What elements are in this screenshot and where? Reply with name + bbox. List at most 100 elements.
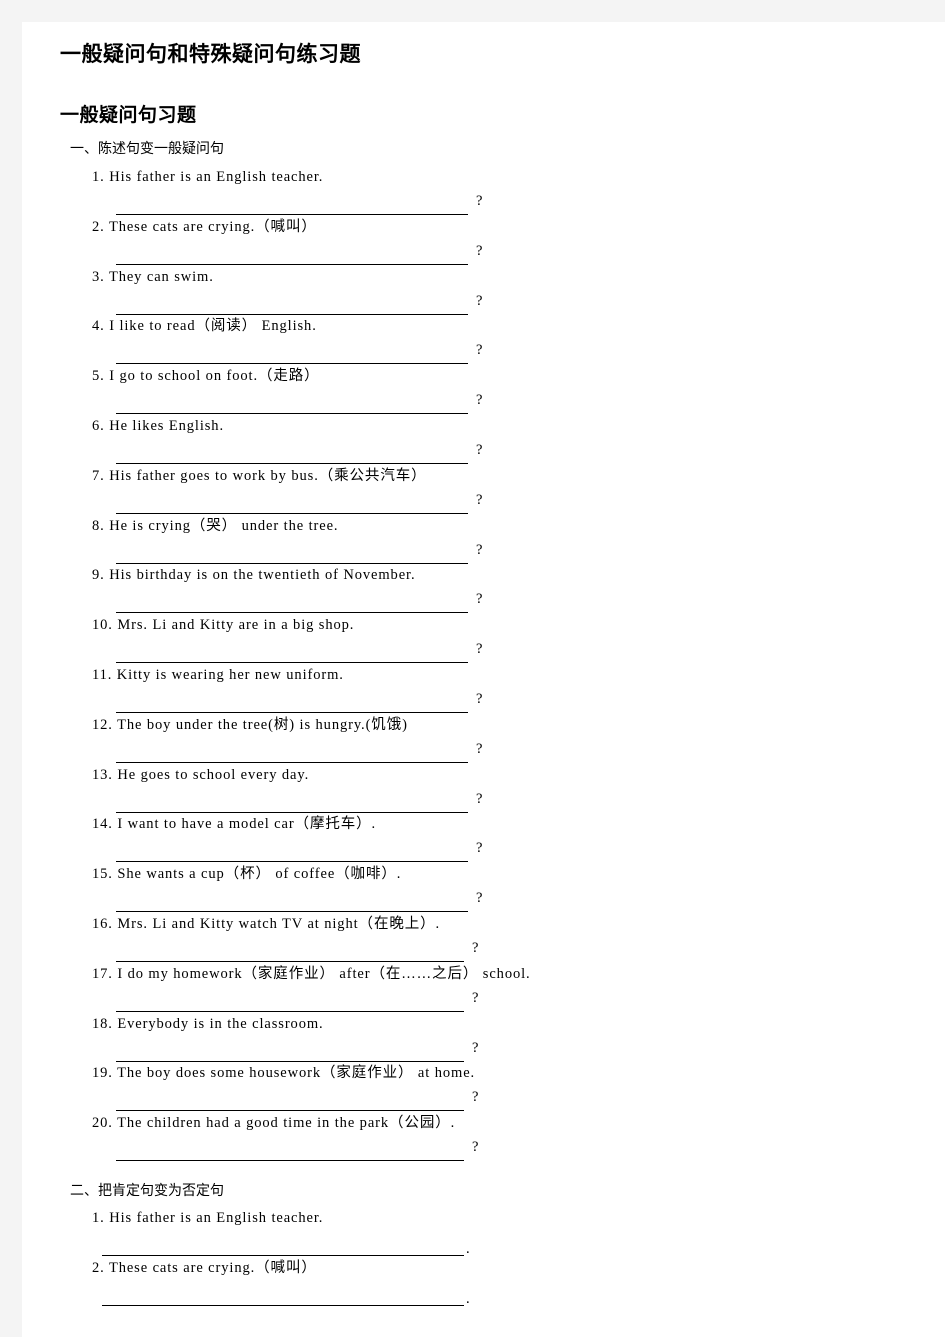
- answer-blank[interactable]: ?: [94, 1139, 492, 1162]
- answer-rule: [116, 712, 468, 713]
- exercise-sentence: 7. His father goes to work by bus.（乘公共汽车…: [92, 467, 427, 484]
- exercise-item: 11. Kitty is wearing her new uniform.?: [22, 665, 945, 715]
- exercise-item: 1. His father is an English teacher.?: [22, 167, 945, 217]
- exercise-sentence: 2. These cats are crying.（喊叫）: [92, 1260, 317, 1276]
- exercise-item: 19. The boy does some housework（家庭作业） at…: [22, 1063, 945, 1113]
- exercise-item: 14. I want to have a model car（摩托车）.?: [22, 814, 945, 864]
- answer-rule: [116, 1010, 464, 1012]
- answer-rule: [116, 263, 468, 265]
- answer-terminal-punctuation: ?: [476, 541, 483, 558]
- exercise-item: 8. He is crying（哭） under the tree.?: [22, 516, 945, 566]
- answer-rule: [116, 761, 468, 763]
- answer-rule: [116, 562, 468, 564]
- exercise-sentence: 5. I go to school on foot.（走路）: [92, 368, 320, 385]
- exercise-sentence: 16. Mrs. Li and Kitty watch TV at night（…: [92, 916, 441, 932]
- answer-terminal-punctuation: ?: [476, 392, 483, 409]
- exercise-item: 3. They can swim.?: [22, 267, 945, 317]
- document-page: 一般疑问句和特殊疑问句练习题 一般疑问句习题 一、陈述句变一般疑问句 1. His…: [22, 22, 945, 1337]
- answer-rule: [116, 1160, 464, 1162]
- exercise-item: 1. His father is an English teacher..: [22, 1208, 945, 1258]
- answer-blank[interactable]: ?: [94, 541, 496, 564]
- page-content: 一般疑问句和特殊疑问句练习题 一般疑问句习题 一、陈述句变一般疑问句 1. His…: [22, 22, 945, 1337]
- answer-terminal-punctuation: ?: [476, 193, 483, 209]
- answer-blank[interactable]: .: [94, 1238, 486, 1256]
- answer-blank[interactable]: ?: [94, 989, 492, 1012]
- answer-terminal-punctuation: ?: [476, 790, 483, 807]
- answer-terminal-punctuation: ?: [476, 641, 483, 658]
- answer-terminal-punctuation: ?: [472, 940, 479, 956]
- answer-rule: [116, 961, 464, 962]
- exercise-item: 2. These cats are crying.（喊叫）.: [22, 1258, 945, 1308]
- exercise-item: 5. I go to school on foot.（走路）?: [22, 366, 945, 416]
- exercise-sentence: 3. They can swim.: [92, 268, 214, 285]
- answer-rule: [116, 512, 468, 514]
- answer-terminal-punctuation: ?: [476, 292, 483, 309]
- exercise-item: 4. I like to read（阅读） English.?: [22, 316, 945, 366]
- answer-blank[interactable]: ?: [94, 493, 496, 514]
- answer-blank[interactable]: ?: [94, 641, 496, 664]
- answer-blank[interactable]: ?: [94, 740, 496, 763]
- answer-terminal-punctuation: ?: [472, 1139, 479, 1156]
- answer-blank[interactable]: ?: [94, 242, 496, 265]
- answer-terminal-punctuation: ?: [476, 890, 483, 907]
- answer-terminal-punctuation: .: [466, 1291, 470, 1307]
- page-title: 一般疑问句和特殊疑问句练习题: [60, 42, 361, 66]
- answer-rule: [116, 911, 468, 913]
- document-subtitle: 一般疑问句习题: [60, 105, 197, 126]
- answer-rule: [116, 1060, 464, 1062]
- section-heading: 一、陈述句变一般疑问句: [70, 140, 224, 156]
- exercise-item: 17. I do my homework（家庭作业） after（在……之后） …: [22, 964, 945, 1014]
- exercise-item: 10. Mrs. Li and Kitty are in a big shop.…: [22, 615, 945, 665]
- answer-blank[interactable]: ?: [94, 442, 496, 464]
- exercise-sentence: 2. These cats are crying.（喊叫）: [92, 218, 317, 235]
- exercise-sentence: 19. The boy does some housework（家庭作业） at…: [92, 1065, 476, 1082]
- answer-rule: [116, 662, 468, 664]
- answer-blank[interactable]: ?: [94, 890, 496, 913]
- answer-blank[interactable]: ?: [94, 193, 496, 215]
- exercise-sentence: 17. I do my homework（家庭作业） after（在……之后） …: [92, 965, 531, 982]
- answer-rule: [102, 1305, 464, 1306]
- answer-blank[interactable]: ?: [94, 1089, 492, 1112]
- answer-blank[interactable]: ?: [94, 342, 496, 365]
- answer-terminal-punctuation: ?: [472, 1039, 479, 1056]
- answer-terminal-punctuation: ?: [476, 740, 483, 757]
- answer-terminal-punctuation: ?: [472, 989, 479, 1006]
- exercise-sentence: 9. His birthday is on the twentieth of N…: [92, 567, 416, 584]
- exercise-item: 12. The boy under the tree(树) is hungry.…: [22, 715, 945, 765]
- exercise-item: 16. Mrs. Li and Kitty watch TV at night（…: [22, 914, 945, 964]
- exercise-sentence: 15. She wants a cup（杯） of coffee（咖啡）.: [92, 866, 402, 883]
- answer-blank[interactable]: ?: [94, 790, 496, 813]
- answer-rule: [116, 463, 468, 464]
- section-heading: 二、把肯定句变为否定句: [70, 1182, 224, 1198]
- answer-blank[interactable]: ?: [94, 840, 496, 863]
- exercise-item: 18. Everybody is in the classroom.?: [22, 1014, 945, 1064]
- answer-rule: [116, 1110, 464, 1112]
- answer-blank[interactable]: ?: [94, 292, 496, 315]
- exercise-item: 15. She wants a cup（杯） of coffee（咖啡）.?: [22, 864, 945, 914]
- exercise-item: 13. He goes to school every day.?: [22, 765, 945, 815]
- exercise-item: 6. He likes English.?: [22, 416, 945, 466]
- exercise-sentence: 18. Everybody is in the classroom.: [92, 1015, 324, 1032]
- answer-terminal-punctuation: ?: [476, 342, 483, 359]
- answer-blank[interactable]: ?: [94, 940, 492, 962]
- exercise-sentence: 1. His father is an English teacher.: [92, 1210, 324, 1226]
- exercise-sentence: 10. Mrs. Li and Kitty are in a big shop.: [92, 617, 355, 634]
- answer-rule: [116, 413, 468, 415]
- answer-blank[interactable]: ?: [94, 392, 496, 415]
- answer-rule: [116, 811, 468, 813]
- exercise-sentence: 1. His father is an English teacher.: [92, 169, 324, 185]
- answer-blank[interactable]: ?: [94, 691, 496, 713]
- answer-blank[interactable]: .: [94, 1288, 486, 1306]
- exercise-item: 20. The children had a good time in the …: [22, 1113, 945, 1163]
- answer-rule: [116, 612, 468, 614]
- exercise-sentence: 13. He goes to school every day.: [92, 766, 310, 783]
- exercise-sentence: 11. Kitty is wearing her new uniform.: [92, 667, 344, 683]
- answer-blank[interactable]: ?: [94, 592, 496, 614]
- answer-terminal-punctuation: ?: [476, 840, 483, 857]
- answer-rule: [116, 363, 468, 365]
- answer-blank[interactable]: ?: [94, 1039, 492, 1062]
- answer-terminal-punctuation: ?: [472, 1089, 479, 1106]
- answer-terminal-punctuation: ?: [476, 691, 483, 707]
- answer-terminal-punctuation: ?: [476, 242, 483, 259]
- answer-terminal-punctuation: ?: [476, 442, 483, 458]
